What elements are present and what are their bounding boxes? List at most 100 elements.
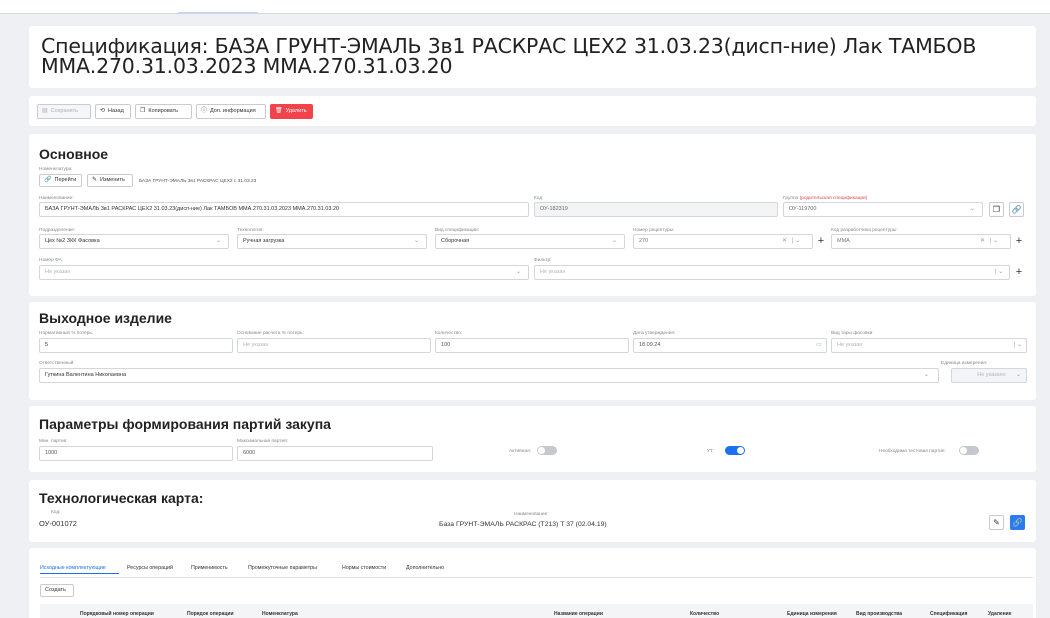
tab-source-components[interactable]: Исходные комплектующие [40, 565, 106, 571]
create-button[interactable]: Создать [40, 584, 74, 597]
pencil-icon: ✎ [92, 177, 98, 183]
recipe-num-label: Номер рецептуры: [633, 228, 675, 233]
trash-icon: 🗑 [275, 108, 283, 114]
active-toggle[interactable] [537, 446, 557, 455]
max-batch-input[interactable]: 6000 [237, 446, 433, 461]
save-icon: ▤ [42, 108, 48, 114]
clear-icon[interactable]: ✕ [782, 235, 787, 248]
main-section-title: Основное [39, 146, 109, 162]
max-batch-label: Максимальная партия: [237, 439, 289, 444]
chevron-down-icon: | ⌄ [990, 238, 999, 244]
chevron-down-icon: | ⌄ [1014, 342, 1023, 348]
group-select[interactable]: ОУ-119700 ⌄ [783, 202, 983, 217]
tab-cost-norms[interactable]: Нормы стоимости [342, 565, 386, 571]
unit-label: Единица измерения: [941, 361, 988, 366]
name-label: Наименование: [39, 196, 74, 201]
unit-select: Не указано ⌄ [951, 368, 1027, 383]
tab-operation-resources[interactable]: Ресурсы операций [127, 565, 173, 571]
filter-select[interactable]: Не указан | ⌄ [534, 265, 1010, 280]
techmap-code-label: Код: [51, 510, 61, 515]
recipe-dev-label: Код разработчика рецептуры: [831, 228, 898, 233]
name-field[interactable]: БАЗА ГРУНТ-ЭМАЛЬ 3в1 РАСКРАС ЦЕХ2 31.03.… [39, 202, 529, 217]
techmap-section-title: Технологическая карта: [39, 490, 204, 506]
nomenclature-value: БАЗА ГРУНТ-ЭМАЛЬ 3в1 РАСКРАС ЦЕХ2 с 31.0… [139, 179, 257, 184]
tab-applicability[interactable]: Применимость [191, 565, 228, 571]
link-group-icon[interactable]: 🔗 [1009, 202, 1024, 217]
copy-icon: ❐ [140, 108, 146, 114]
qty-input[interactable]: 100 [435, 338, 629, 353]
page-title: Спецификация: БАЗА ГРУНТ-ЭМАЛЬ 3в1 РАСКР… [41, 34, 977, 78]
recipe-dev-select[interactable]: ММА ✕ | ⌄ [831, 234, 1011, 249]
col-header-unit[interactable]: Единица измерения [787, 611, 837, 617]
pack-label: Вид тары фасовки: [831, 331, 874, 336]
loss-basis-input[interactable]: Не указан [237, 338, 431, 353]
chevron-down-icon: | ⌄ [995, 269, 1004, 275]
col-header-op-order[interactable]: Порядок операции [187, 611, 234, 617]
min-batch-input[interactable]: 1000 [39, 446, 233, 461]
toolbar: ▤ Сохранить ⟲ Назад ❐ Копировать ⓘ Доп. инфо… [29, 96, 1036, 126]
col-header-nomenclature[interactable]: Номенклатура [262, 611, 298, 617]
add-recipe-dev-icon[interactable]: + [1013, 234, 1025, 249]
add-recipe-num-icon[interactable]: + [815, 234, 827, 249]
chevron-down-icon: ⌄ [414, 238, 420, 244]
main-section: Основное Номенклатура: 🔗 Перейти ✎ Изменит… [29, 134, 1036, 296]
info-button[interactable]: ⓘ Доп. информация [196, 104, 266, 119]
col-header-delete: Удаление [988, 611, 1012, 617]
techmap-name-value: База ГРУНТ-ЭМАЛЬ РАСКРАС (Т213) Т 37 (02… [439, 521, 607, 528]
dept-label: Подразделение: [39, 228, 76, 233]
add-filter-icon[interactable]: + [1013, 265, 1025, 280]
tabs-divider [40, 577, 1033, 578]
resp-label: Ответственный: [39, 361, 75, 366]
techmap-section: Технологическая карта: Код: ОУ-001072 На… [29, 480, 1036, 542]
info-icon: ⓘ [201, 108, 208, 114]
test-batch-toggle[interactable] [959, 446, 979, 455]
dept-select[interactable]: Цех №2 ЗКК Фасовка ⌄ [39, 234, 229, 249]
back-icon: ⟲ [100, 108, 106, 114]
calendar-icon[interactable]: ▭ [816, 339, 822, 352]
date-input[interactable]: 18.09.24 ▭ [633, 338, 827, 353]
title-card: Спецификация: БАЗА ГРУНТ-ЭМАЛЬ 3в1 РАСКР… [29, 26, 1036, 88]
output-section: Выходное изделие Нормативный % потерь: 5… [29, 302, 1036, 400]
ut-toggle[interactable] [725, 446, 745, 455]
back-button[interactable]: ⟲ Назад [95, 104, 131, 119]
active-label: Активная: [509, 449, 532, 454]
fa-select[interactable]: Не указан ⌄ [39, 265, 529, 280]
link-techmap-icon[interactable]: 🔗 [1010, 515, 1025, 530]
goto-button[interactable]: 🔗 Перейти [39, 174, 82, 187]
chevron-down-icon: ⌄ [612, 238, 618, 244]
pack-select[interactable]: Не указан | ⌄ [831, 338, 1027, 353]
spec-type-select[interactable]: Сборочная ⌄ [435, 234, 625, 249]
group-label: Группа (родительская спецификация) [783, 196, 868, 201]
copy-button[interactable]: ❐ Копировать [135, 104, 192, 119]
nav-tab-indicator [178, 12, 258, 14]
clear-icon[interactable]: ✕ [980, 235, 985, 248]
top-nav-bar [0, 0, 1050, 14]
chevron-down-icon: | ⌄ [792, 238, 801, 244]
date-label: Дата утверждения: [633, 331, 676, 336]
loss-label: Нормативный % потерь: [39, 331, 94, 336]
tab-additional[interactable]: Дополнительно [406, 565, 444, 571]
techmap-code-value: ОУ-001072 [39, 519, 77, 528]
col-header-specification[interactable]: Спецификация [930, 611, 967, 617]
fa-label: Номер ФА: [39, 258, 64, 263]
recipe-num-select[interactable]: 270 ✕ | ⌄ [633, 234, 813, 249]
delete-button[interactable]: 🗑 Удалить [270, 104, 313, 119]
tech-select[interactable]: Ручная загрузка ⌄ [237, 234, 427, 249]
copy-group-icon[interactable]: ❐ [989, 202, 1004, 217]
link-icon: 🔗 [44, 177, 52, 183]
output-section-title: Выходное изделие [39, 310, 172, 326]
batch-section-title: Параметры формирования партий закупа [39, 416, 331, 432]
tab-intermediate-params[interactable]: Промежуточные параметры [248, 565, 317, 571]
ut-label: УТ: [707, 449, 715, 454]
col-header-quantity[interactable]: Количество [690, 611, 719, 617]
edit-techmap-icon[interactable]: ✎ [989, 515, 1004, 530]
col-header-op-name[interactable]: Название операции [554, 611, 603, 617]
resp-select[interactable]: Гуткина Валентина Николаевна ⌄ [39, 368, 939, 383]
batch-section: Параметры формирования партий закупа Мин… [29, 406, 1036, 472]
col-header-production-type[interactable]: Вид производства [856, 611, 902, 617]
code-label: Код: [534, 196, 544, 201]
change-button[interactable]: ✎ Изменить [87, 174, 133, 187]
loss-input[interactable]: 5 [39, 338, 233, 353]
save-button[interactable]: ▤ Сохранить [37, 104, 91, 119]
col-header-op-seq[interactable]: Порядковый номер операции [80, 611, 154, 617]
